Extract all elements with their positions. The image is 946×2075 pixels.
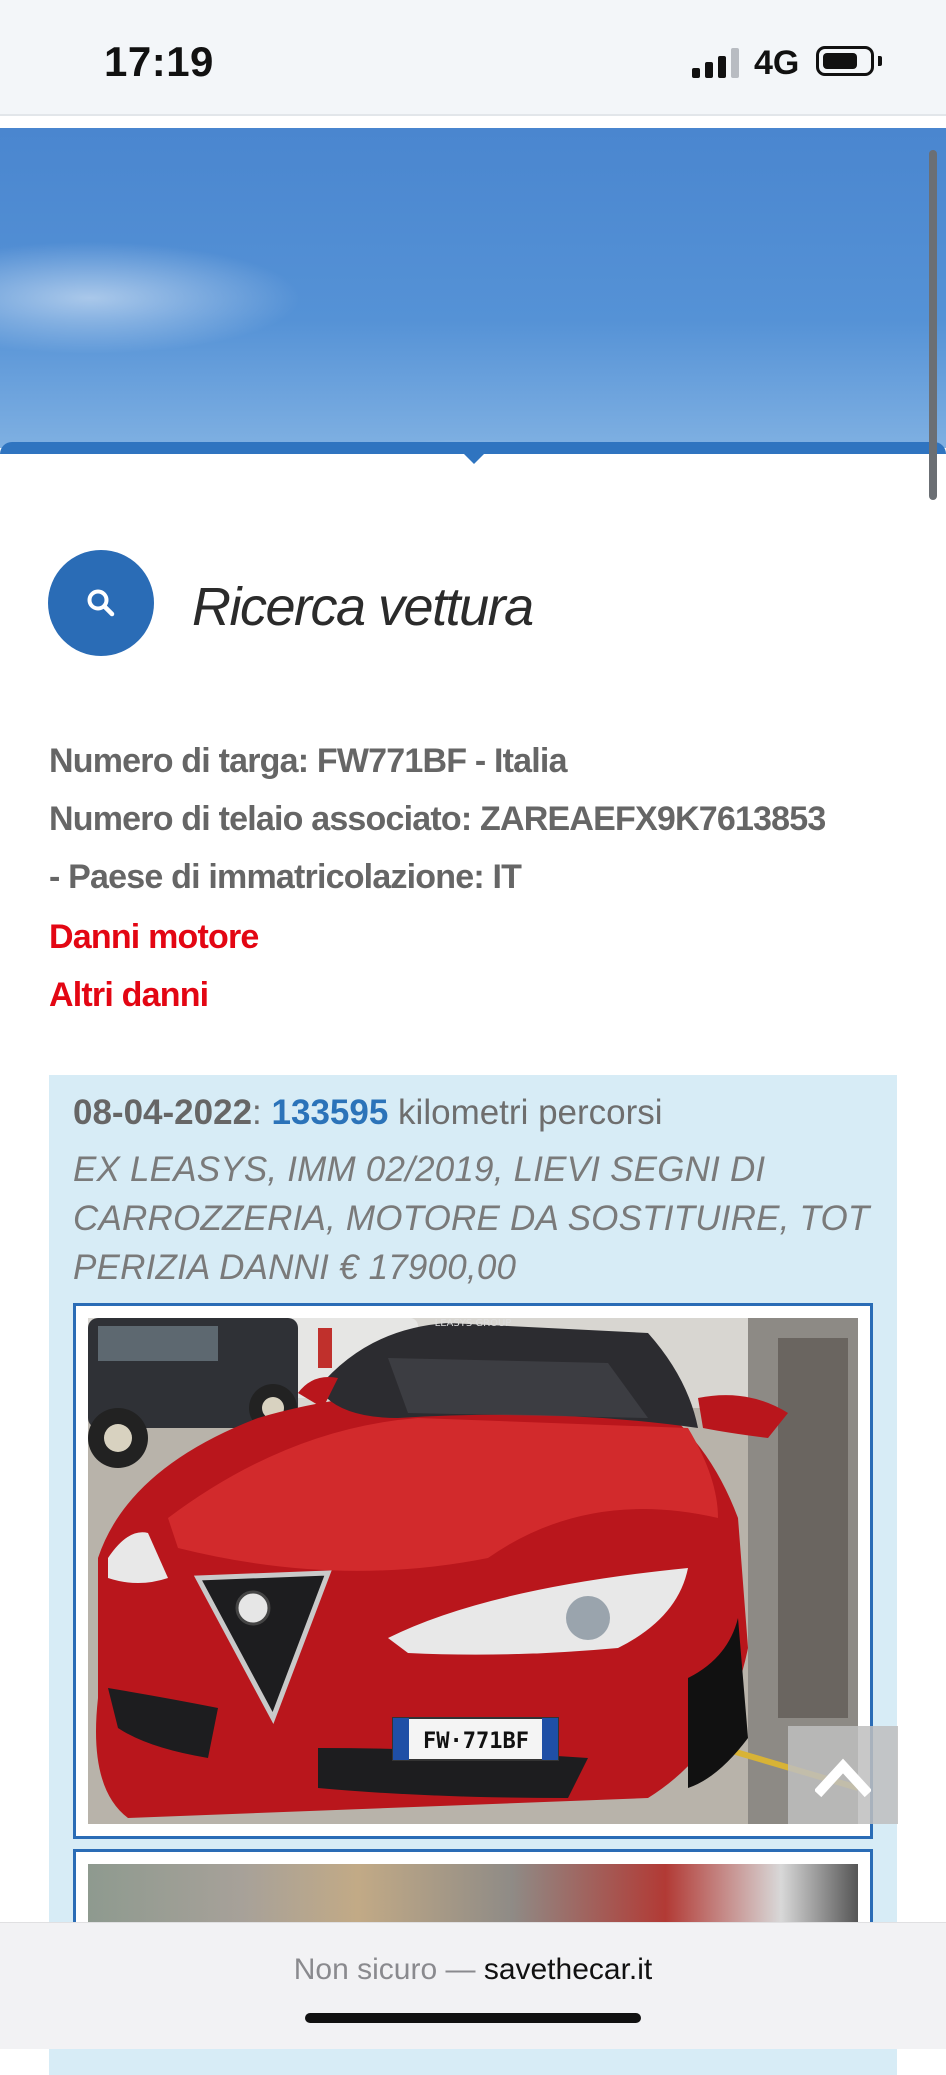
license-plate-text: FW·771BF: [423, 1729, 529, 1754]
page-title: Ricerca vettura: [192, 577, 534, 637]
status-time: 17:19: [104, 38, 214, 85]
record-description: EX LEASYS, IMM 02/2019, LIEVI SEGNI DI C…: [73, 1150, 870, 1287]
search-icon: [87, 589, 115, 617]
record-date: 08-04-2022: [73, 1093, 253, 1132]
car-photo[interactable]: FW·771BF LEASYS GROUP: [88, 1318, 858, 1824]
engine-damage-label: Danni motore: [49, 918, 259, 956]
banner-notch: [462, 452, 486, 464]
sky-banner-image: [0, 128, 946, 448]
record-separator: :: [252, 1093, 262, 1132]
record-mileage: 133595: [271, 1093, 389, 1132]
registration-country-line: - Paese di immatricolazione: IT: [49, 858, 522, 896]
chevron-up-icon: [815, 1758, 871, 1798]
other-damage-label: Altri danni: [49, 976, 209, 1014]
network-type: 4G: [754, 44, 800, 82]
battery-icon: [816, 46, 874, 76]
browser-url-bar[interactable]: Non sicuro — savethecar.it: [0, 1922, 946, 2049]
car-photo-frame[interactable]: FW·771BF LEASYS GROUP: [73, 1303, 873, 1839]
home-indicator[interactable]: [305, 2013, 641, 2023]
page-scrollbar[interactable]: [929, 150, 937, 500]
vin-line: Numero di telaio associato: ZAREAEFX9K76…: [49, 800, 826, 838]
url-text[interactable]: Non sicuro — savethecar.it: [0, 1953, 946, 1987]
battery-tip: [878, 56, 882, 66]
search-button[interactable]: [48, 550, 154, 656]
record-header: 08-04-2022: 133595 kilometri percorsi: [73, 1093, 663, 1133]
record-mileage-label: kilometri percorsi: [398, 1093, 663, 1132]
cellular-signal-icon: [692, 48, 740, 78]
status-bar: 17:19 4G: [0, 0, 946, 116]
url-domain: savethecar.it: [483, 1953, 653, 1986]
back-to-top-button[interactable]: [788, 1726, 898, 1824]
security-warning: Non sicuro —: [293, 1953, 484, 1986]
plate-number-line: Numero di targa: FW771BF - Italia: [49, 742, 567, 780]
photo-watermark: LEASYS GROUP: [435, 1318, 512, 1329]
